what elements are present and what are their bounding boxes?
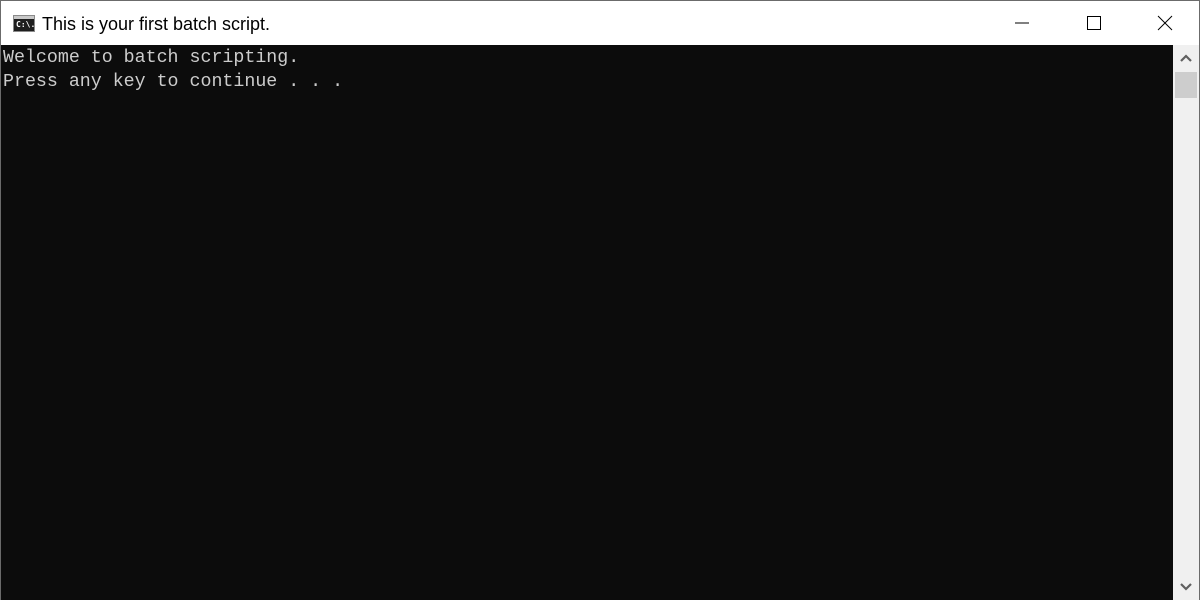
maximize-icon (1087, 16, 1101, 30)
cmd-icon[interactable]: C:\. (13, 15, 35, 32)
close-icon (1157, 15, 1173, 31)
chevron-up-icon (1180, 54, 1192, 62)
scroll-up-button[interactable] (1173, 45, 1199, 71)
vertical-scrollbar[interactable] (1173, 45, 1199, 600)
console-line: Press any key to continue . . . (3, 72, 344, 92)
console-line: Welcome to batch scripting. (3, 48, 300, 68)
window-title: This is your first batch script. (42, 14, 271, 34)
close-button[interactable] (1142, 1, 1188, 45)
minimize-button[interactable] (999, 1, 1045, 45)
minimize-icon (1015, 22, 1029, 24)
console-window: C:\. This is your first batch script. We… (0, 0, 1200, 600)
scroll-down-button[interactable] (1173, 574, 1199, 600)
title-bar[interactable]: C:\. This is your first batch script. (1, 1, 1199, 45)
chevron-down-icon (1180, 583, 1192, 591)
maximize-button[interactable] (1071, 1, 1117, 45)
console-output[interactable]: Welcome to batch scripting. Press any ke… (1, 45, 1173, 600)
scrollbar-thumb[interactable] (1175, 72, 1197, 98)
